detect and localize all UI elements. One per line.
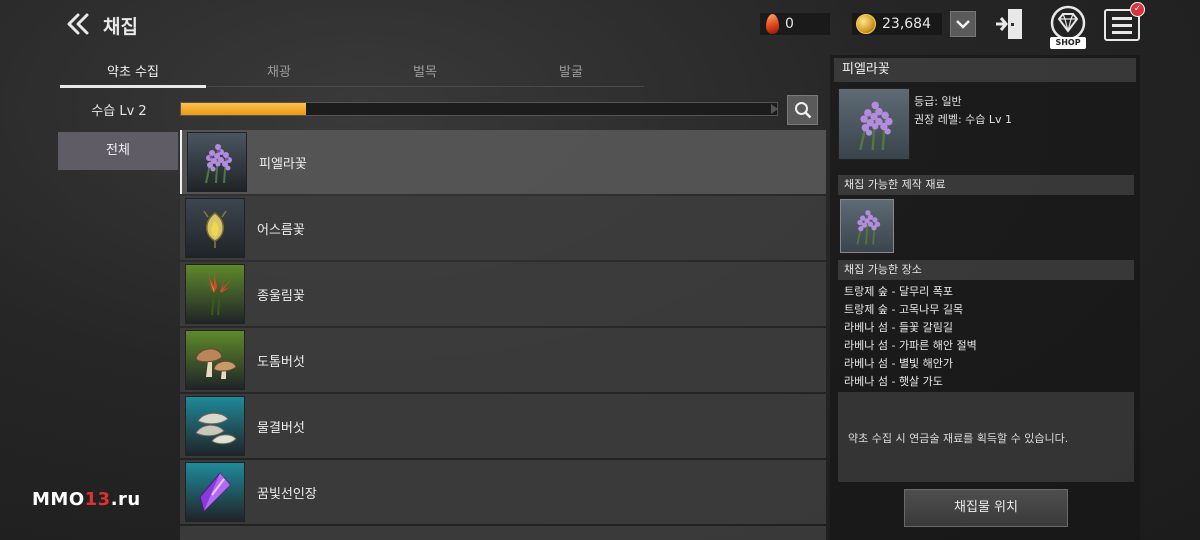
- detail-recommended-level: 권장 레벨: 수습 Lv 1: [914, 113, 1013, 126]
- red-currency: 0: [760, 13, 830, 35]
- lavender-flower-icon: [838, 88, 910, 160]
- item-name: 도톰버섯: [257, 354, 305, 370]
- menu-bar: [1112, 23, 1132, 27]
- exit-button[interactable]: [994, 6, 1026, 42]
- exit-door-icon: [996, 9, 1022, 39]
- item-name: 물결버섯: [257, 420, 305, 436]
- watermark-prefix: MMO: [32, 489, 85, 510]
- list-item[interactable]: 물결버섯: [180, 394, 826, 458]
- crystal-icon: [185, 462, 245, 522]
- main-menu-button[interactable]: ✓: [1104, 2, 1145, 41]
- materials-header: 채집 가능한 제작 재료: [838, 175, 1134, 195]
- location-item: 라베나 섬 - 들꽃 갈림길: [844, 321, 954, 334]
- list-item[interactable]: 피엘라꽃: [180, 130, 826, 194]
- menu-bar: [1112, 16, 1132, 20]
- location-item: 트랑제 숲 - 고목나무 길목: [844, 303, 964, 316]
- gatherable-list: 피엘라꽃 어스름꽃 종울림꽃 도톰버섯 물결버섯 꿈빛선인장: [180, 130, 826, 540]
- watermark-suffix: .ru: [110, 489, 141, 510]
- notification-badge: ✓: [1130, 2, 1145, 17]
- wave-mushroom-icon: [185, 396, 245, 456]
- back-arrow-icon: [67, 13, 89, 35]
- gold-currency-value: 23,684: [882, 16, 931, 32]
- description-text: 약초 수집 시 연금술 재료를 획득할 수 있습니다.: [848, 432, 1069, 445]
- bell-flower-icon: [185, 264, 245, 324]
- gold-coin-icon: [856, 14, 876, 34]
- red-gem-icon: [766, 14, 779, 34]
- locations-header: 채집 가능한 장소: [838, 260, 1134, 280]
- mushroom-icon: [185, 330, 245, 390]
- tab-herb-gathering[interactable]: 약초 수집: [60, 55, 206, 88]
- level-progress-bar: [180, 102, 778, 116]
- lavender-flower-icon: [187, 132, 247, 192]
- tab-mining[interactable]: 채광: [206, 55, 352, 86]
- gold-currency: 23,684: [852, 13, 942, 35]
- location-item: 라베나 섬 - 햇살 가도: [844, 375, 943, 388]
- search-button[interactable]: [787, 95, 818, 125]
- shop-button[interactable]: SHOP: [1043, 4, 1093, 50]
- lavender-flower-icon: [856, 210, 881, 245]
- location-item: 트랑제 숲 - 달무리 폭포: [844, 285, 954, 298]
- list-item[interactable]: [180, 526, 826, 540]
- list-item[interactable]: 종울림꽃: [180, 262, 826, 326]
- description-box: 약초 수집 시 연금술 재료를 획득할 수 있습니다.: [838, 392, 1134, 482]
- list-item[interactable]: 어스름꽃: [180, 196, 826, 260]
- watermark-number: 13: [84, 489, 111, 510]
- tab-excavation[interactable]: 발굴: [498, 55, 644, 86]
- dusk-flower-icon: [185, 198, 245, 258]
- menu-bar: [1112, 30, 1132, 34]
- watermark: MMO13.ru: [32, 489, 141, 510]
- item-name: 어스름꽃: [257, 222, 305, 238]
- location-item: 라베나 섬 - 별빛 해안가: [844, 357, 954, 370]
- level-progress-fill: [181, 103, 307, 115]
- list-item[interactable]: 꿈빛선인장: [180, 460, 826, 524]
- chevron-down-icon: [956, 20, 970, 29]
- gathering-tabs: 약초 수집 채광 벌목 발굴: [60, 55, 644, 88]
- red-currency-value: 0: [785, 16, 794, 32]
- location-item: 라베나 섬 - 가파른 해안 절벽: [844, 339, 977, 352]
- detail-grade: 등급: 일반: [914, 95, 962, 108]
- category-all[interactable]: 전체: [58, 132, 178, 170]
- shop-label: SHOP: [1050, 37, 1086, 49]
- page-title: 채집: [103, 16, 138, 38]
- list-item[interactable]: 도톰버섯: [180, 328, 826, 392]
- search-icon: [794, 102, 811, 119]
- item-name: 꿈빛선인장: [257, 486, 317, 502]
- back-button[interactable]: [62, 8, 96, 40]
- tab-logging[interactable]: 벌목: [352, 55, 498, 86]
- gathering-level: 수습 Lv 2: [91, 104, 147, 119]
- item-name: 피엘라꽃: [259, 156, 307, 172]
- detail-title: 피엘라꽃: [834, 58, 1136, 82]
- gather-location-button[interactable]: 채집물 위치: [904, 489, 1068, 527]
- item-name: 종울림꽃: [257, 288, 305, 304]
- currency-dropdown-button[interactable]: [950, 11, 976, 37]
- material-slot[interactable]: [840, 199, 894, 253]
- progress-end-arrow: [771, 104, 778, 114]
